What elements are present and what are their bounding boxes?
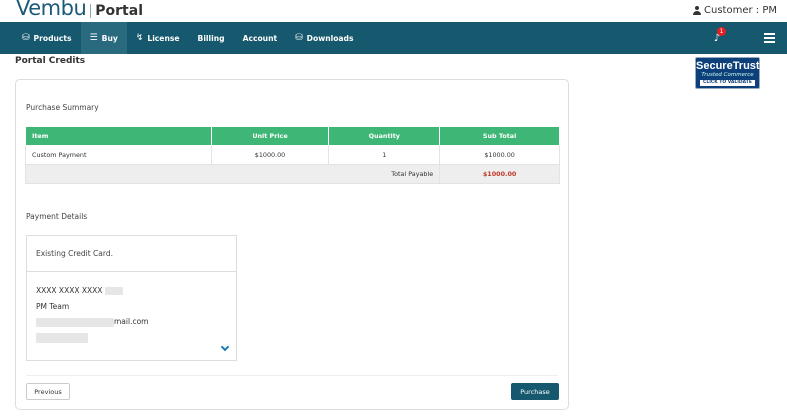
nav-license[interactable]: ↯ License xyxy=(127,22,189,54)
previous-button[interactable]: Previous xyxy=(26,383,70,400)
menu-button[interactable] xyxy=(751,22,787,54)
table-header-row: Item Unit Price Quantity Sub Total xyxy=(25,126,560,146)
payment-option-label: Existing Credit Card. xyxy=(27,236,236,272)
nav-label: Downloads xyxy=(306,33,354,43)
nav-label: Account xyxy=(242,33,278,43)
nav-label: License xyxy=(147,33,180,43)
main-navbar: ⛁ Products ☰ Buy ↯ License Billing Accou… xyxy=(0,22,787,54)
redacted-block xyxy=(36,332,88,343)
notifications-button[interactable]: ♪ 1 xyxy=(705,22,729,54)
card-number-line: XXXX XXXX XXXX xyxy=(36,283,227,299)
page-title: Portal Credits xyxy=(15,56,86,66)
nav-label: Buy xyxy=(101,33,118,43)
redacted-block xyxy=(104,287,123,295)
nav-account[interactable]: Account xyxy=(234,22,287,54)
card-details: XXXX XXXX XXXX PM Team mail.com xyxy=(27,272,236,356)
nav-right: ♪ 1 xyxy=(705,22,787,54)
cell-quantity: 1 xyxy=(328,145,441,165)
customer-menu[interactable]: Customer : PM xyxy=(693,5,777,16)
column-header: Quantity xyxy=(328,126,441,146)
card-number: XXXX XXXX XXXX xyxy=(36,286,103,295)
nav-buy[interactable]: ☰ Buy xyxy=(80,22,127,54)
top-bar: Vembu Portal Customer : PM xyxy=(0,0,787,22)
logo-product: Portal xyxy=(95,3,143,19)
total-value: $1000.00 xyxy=(439,164,560,184)
notification-badge: 1 xyxy=(717,27,726,36)
card-email: mail.com xyxy=(114,317,149,326)
nav-billing[interactable]: Billing xyxy=(189,22,234,54)
logo-mark: Vembu xyxy=(16,0,87,20)
hamburger-icon xyxy=(763,33,775,35)
badge-cta: CLICK TO VALIDATE xyxy=(700,80,755,86)
cell-unit-price: $1000.00 xyxy=(210,145,330,165)
column-header: Unit Price xyxy=(210,126,330,146)
hamburger-icon-bar xyxy=(763,37,775,39)
user-icon xyxy=(693,6,702,15)
nav-label: Products xyxy=(33,33,72,43)
footer-divider xyxy=(26,375,558,376)
cell-sub-total: $1000.00 xyxy=(439,145,560,165)
nav-downloads[interactable]: ⛁ Downloads xyxy=(286,22,362,54)
redacted-block xyxy=(36,317,114,327)
column-header: Item xyxy=(25,126,212,146)
logo-separator xyxy=(90,4,92,18)
badge-subtitle: Trusted Commerce xyxy=(701,72,754,78)
purchase-summary-heading: Purchase Summary xyxy=(26,103,99,112)
card-email-line: mail.com xyxy=(36,314,227,330)
payment-details-heading: Payment Details xyxy=(26,212,88,221)
nav-label: Billing xyxy=(197,33,225,43)
cart-icon: ☰ xyxy=(89,33,98,43)
products-icon: ⛁ xyxy=(22,33,30,43)
card-extra-line xyxy=(36,330,227,346)
key-icon: ↯ xyxy=(135,33,144,43)
table-row: Custom Payment $1000.00 1 $1000.00 xyxy=(25,145,560,165)
saved-card-selector[interactable]: Existing Credit Card. XXXX XXXX XXXX PM … xyxy=(26,235,237,361)
hamburger-icon-bar xyxy=(763,41,775,43)
purchase-summary-table: Item Unit Price Quantity Sub Total Custo… xyxy=(24,126,560,184)
chevron-down-icon[interactable] xyxy=(221,344,228,351)
downloads-icon: ⛁ xyxy=(295,33,303,43)
card-holder-name: PM Team xyxy=(36,301,70,311)
badge-title: SecureTrust xyxy=(696,60,760,72)
cell-item: Custom Payment xyxy=(25,145,212,165)
purchase-button[interactable]: Purchase xyxy=(511,383,559,400)
logo[interactable]: Vembu Portal xyxy=(16,0,143,20)
purchase-card: Purchase Summary Item Unit Price Quantit… xyxy=(15,79,569,410)
nav-products[interactable]: ⛁ Products xyxy=(13,22,81,54)
total-row: Total Payable $1000.00 xyxy=(24,164,560,184)
customer-label: Customer : PM xyxy=(704,5,777,16)
total-label: Total Payable xyxy=(24,164,441,184)
column-header: Sub Total xyxy=(439,126,560,146)
securetrust-badge[interactable]: SecureTrust Trusted Commerce CLICK TO VA… xyxy=(695,57,760,89)
